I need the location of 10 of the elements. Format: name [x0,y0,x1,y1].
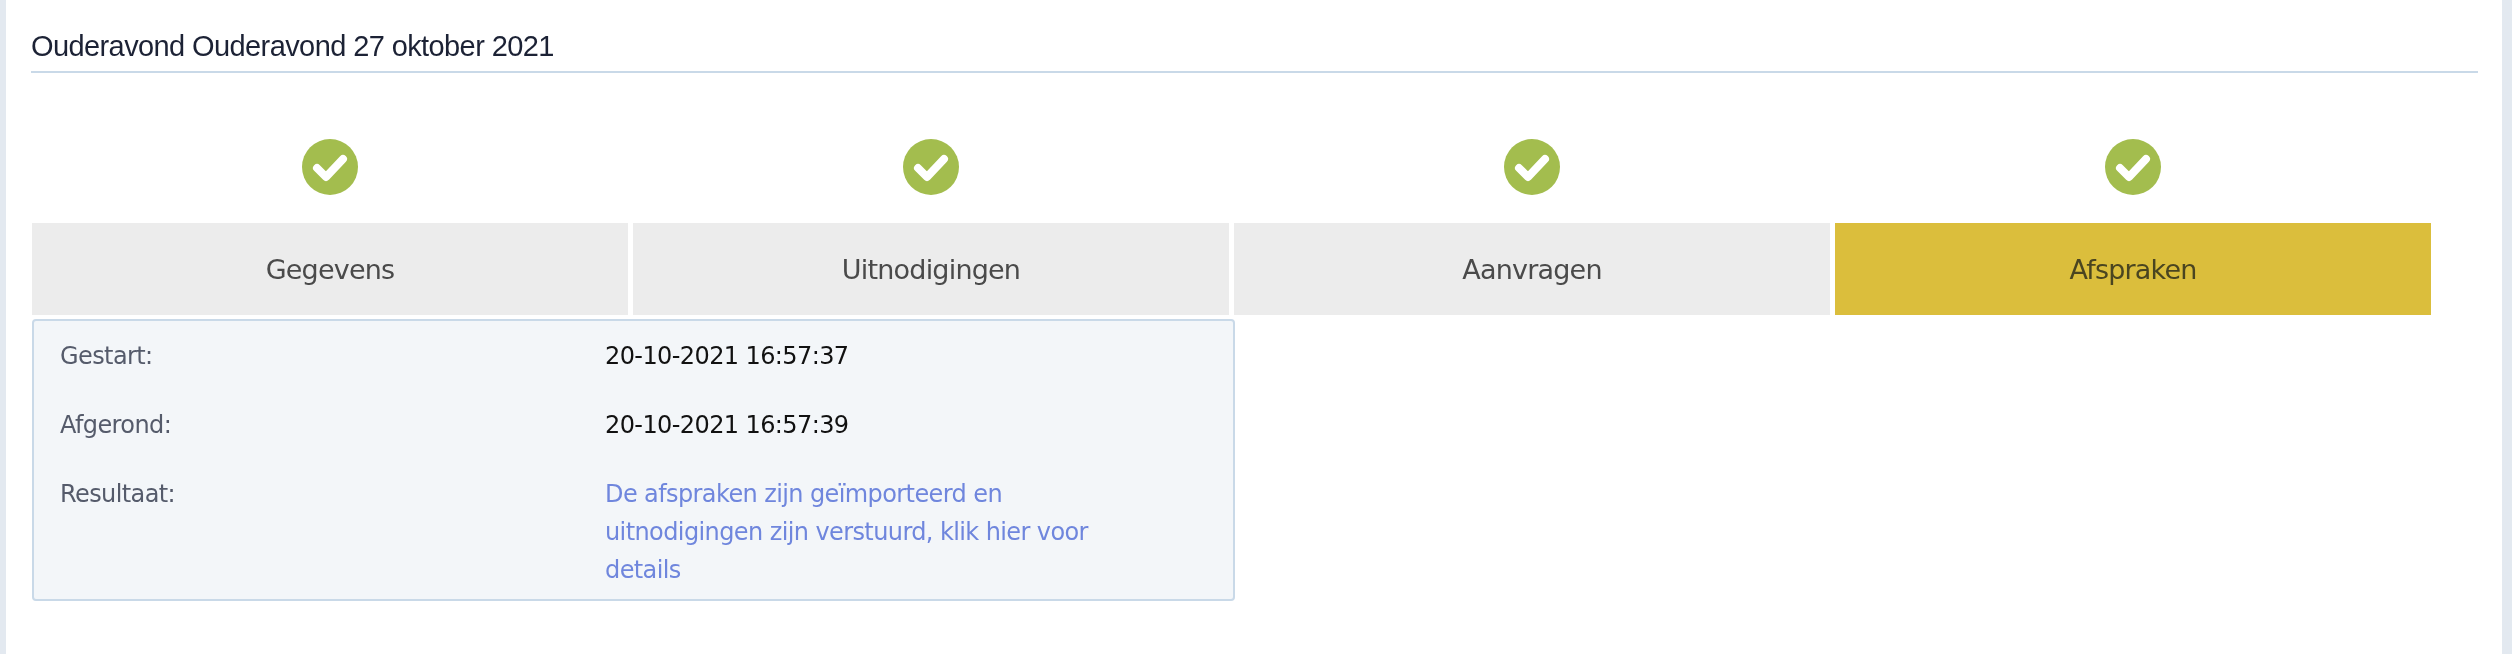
step-tab[interactable]: Uitnodigingen [633,223,1229,315]
page-title: Ouderavond Ouderavond 27 oktober 2021 [31,29,555,64]
step-tab[interactable]: Afspraken [1835,223,2431,315]
step-tab[interactable]: Gegevens [32,223,628,315]
detail-value: 20-10-2021 16:57:37 [605,341,850,372]
detail-label: Afgerond: [60,410,173,441]
detail-label: Resultaat: [60,479,177,510]
detail-label: Gestart: [60,341,154,372]
detail-value: 20-10-2021 16:57:39 [605,410,850,441]
step-tab[interactable]: Aanvragen [1234,223,1830,315]
